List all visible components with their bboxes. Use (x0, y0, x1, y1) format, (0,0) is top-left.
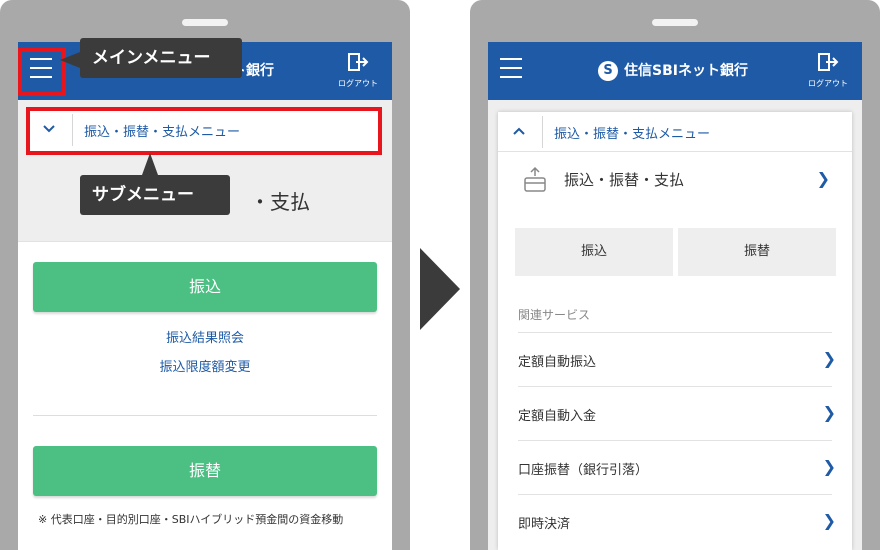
right-screen: S 住信SBIネット銀行 ログアウト 振込・振替・支払メニュー 振込・振替・支払… (488, 42, 862, 550)
transfer-limit-link[interactable]: 振込限度額変更 (18, 356, 392, 375)
transfer-note: ※ 代表口座・目的別口座・SBIハイブリッド預金間の資金移動 (38, 513, 344, 526)
list-item-label: 定額自動振込 (518, 355, 597, 370)
phone-speaker (652, 19, 698, 26)
chevron-up-icon (513, 127, 525, 135)
list-item[interactable]: 口座振替（銀行引落） ❯ (518, 440, 836, 494)
account-transfer-button[interactable]: 振替 (678, 228, 836, 276)
callout-pointer (60, 52, 80, 68)
list-item[interactable]: 定額自動入金 ❯ (518, 386, 836, 440)
logout-icon (348, 53, 369, 71)
app-header: S 住信SBIネット銀行 ログアウト (488, 42, 862, 100)
account-transfer-button[interactable]: 振替 (33, 446, 377, 496)
chevron-right-icon: ❯ (822, 349, 836, 368)
logout-button[interactable]: ログアウト (338, 52, 378, 89)
sub-menu-toggle[interactable]: 振込・振替・支払メニュー (498, 112, 852, 152)
sub-menu-callout: サブメニュー (80, 175, 230, 215)
divider (542, 116, 543, 148)
sub-menu-label: 振込・振替・支払メニュー (554, 127, 711, 142)
list-item-label: 口座振替（銀行引落） (518, 463, 649, 478)
brand-name: 住信SBIネット銀行 (624, 63, 748, 79)
sub-menu-highlight (26, 107, 382, 155)
bank-logo-icon: S (598, 61, 618, 81)
brand-logo: S 住信SBIネット銀行 (598, 60, 748, 81)
list-item[interactable]: 即時決済 ❯ (518, 494, 836, 548)
logout-icon (818, 53, 839, 71)
phone-speaker (182, 19, 228, 26)
list-item[interactable]: 定額自動振込 ❯ (518, 332, 836, 386)
callout-pointer (142, 153, 158, 175)
transition-arrow-icon (420, 248, 460, 330)
logout-button[interactable]: ログアウト (808, 52, 848, 89)
category-title: 振込・振替・支払 (564, 171, 685, 189)
logout-label: ログアウト (808, 79, 848, 88)
divider (33, 415, 377, 416)
main-menu-highlight (18, 48, 66, 96)
chevron-right-icon: ❯ (822, 403, 836, 422)
chevron-right-icon: ❯ (822, 457, 836, 476)
transfer-button[interactable]: 振込 (515, 228, 673, 276)
transfer-button[interactable]: 振込 (33, 262, 377, 312)
main-menu-callout: メインメニュー (80, 38, 242, 78)
list-item-label: 定額自動入金 (518, 409, 597, 424)
transfer-results-link[interactable]: 振込結果照会 (18, 327, 392, 346)
chevron-right-icon: ❯ (822, 511, 836, 530)
list-item-label: 即時決済 (518, 517, 571, 532)
chevron-right-icon: ❯ (816, 169, 830, 188)
hamburger-icon[interactable] (500, 58, 522, 82)
payment-card-icon (524, 166, 546, 192)
category-row[interactable]: 振込・振替・支払 ❯ (498, 152, 852, 208)
right-phone: S 住信SBIネット銀行 ログアウト 振込・振替・支払メニュー 振込・振替・支払… (470, 0, 880, 550)
page-title: ・支払 (250, 190, 310, 214)
related-services-label: 関連サービス (518, 308, 591, 322)
logout-label: ログアウト (338, 79, 378, 88)
sub-menu-panel: 振込・振替・支払メニュー 振込・振替・支払 ❯ 振込 振替 関連サービス 定額自… (498, 112, 852, 550)
